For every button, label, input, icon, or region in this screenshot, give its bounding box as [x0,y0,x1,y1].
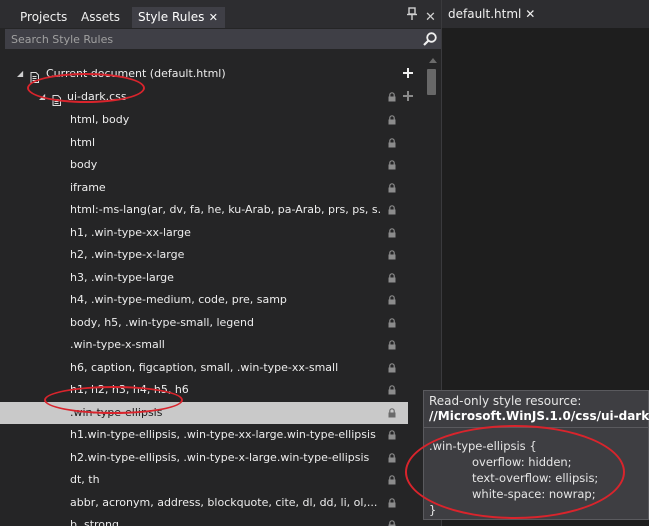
lock-icon [388,317,396,328]
style-rule-selector: html, body [70,113,130,126]
close-tab-icon[interactable]: ✕ [525,7,535,21]
style-rule-selector: .win-type-ellipsis [70,405,163,419]
tab-default-html-label: default.html [448,7,522,21]
lock-icon [388,340,396,350]
style-rules-panel: Projects Assets Style Rules ✕ ✕ ◢ Curren… [0,0,441,526]
style-rule-selector: h1, .win-type-xx-large [70,225,191,239]
style-rule-selector: body, h5, .win-type-small, legend [70,315,255,329]
style-rule-selector: b, strong [70,518,119,526]
lock-icon [388,205,396,215]
style-rule-row[interactable]: h1.win-type-ellipsis, .win-type-xx-large… [0,424,408,446]
lock-icon [388,227,396,238]
style-rule-row[interactable]: h2, .win-type-x-large [0,244,408,266]
lock-icon [388,295,396,305]
tooltip-resource-path: //Microsoft.WinJS.1.0/css/ui-dark.css [429,409,649,423]
lock-icon [388,182,396,193]
tooltip-declaration: overflow: hidden; [472,455,572,469]
scrollbar-thumb[interactable] [427,69,436,95]
editor-tab-bar: default.html ✕ [442,0,649,28]
expand-triangle-icon[interactable]: ◢ [17,63,23,85]
tab-projects[interactable]: Projects [16,7,71,28]
style-rule-row[interactable]: h6, caption, figcaption, small, .win-typ… [0,357,408,379]
lock-icon [388,452,396,463]
style-rule-selector: iframe [70,180,106,194]
style-rule-row[interactable]: h1, h2, h3, h4, h5, h6 [0,379,408,401]
lock-icon [388,272,396,283]
tab-default-html[interactable]: default.html ✕ [448,7,535,28]
style-rule-selector: h3, .win-type-large [70,270,174,284]
lock-icon [388,160,396,170]
lock-icon [388,520,396,526]
tab-style-rules-label: Style Rules [138,10,205,24]
style-rule-selector: .win-type-x-small [70,338,165,351]
style-rule-row[interactable]: .win-type-x-small [0,334,408,356]
tree-node-stylesheet[interactable]: ◢ ui-dark.css [0,86,413,108]
style-rule-row[interactable]: dt, th [0,469,408,491]
style-rule-row[interactable]: html, body [0,109,408,131]
lock-icon [388,250,396,260]
add-rule-icon[interactable] [403,91,413,101]
style-rule-row[interactable]: html:-ms-lang(ar, dv, fa, he, ku-Arab, p… [0,199,408,221]
style-rule-selector: abbr, acronym, address, blockquote, cite… [70,495,378,509]
tooltip-divider [424,427,649,428]
style-rules-tree: ◢ Current document (default.html) ◢ ui-d… [0,52,413,526]
lock-icon [388,407,396,418]
style-rule-row[interactable]: html [0,132,408,154]
search-input[interactable] [5,29,415,49]
lock-icon [388,115,396,125]
close-tab-icon[interactable]: ✕ [209,7,218,28]
style-rule-row[interactable]: b, strong [0,514,408,526]
add-rule-icon[interactable] [403,68,413,78]
style-rule-selector: html [70,135,96,149]
tree-node-label: ui-dark.css [67,90,127,103]
tab-style-rules[interactable]: Style Rules ✕ [132,7,225,28]
style-rule-row[interactable]: h4, .win-type-medium, code, pre, samp [0,289,408,311]
style-rule-selector: h1.win-type-ellipsis, .win-type-xx-large… [70,428,376,441]
style-resource-tooltip: Read-only style resource: //Microsoft.Wi… [423,390,649,520]
lock-icon [388,385,396,395]
tree-node-current-document[interactable]: ◢ Current document (default.html) [0,63,413,85]
lock-icon [388,497,396,508]
style-rule-selector: h4, .win-type-medium, code, pre, samp [70,293,287,306]
lock-icon [388,137,396,148]
style-rule-row[interactable]: body [0,154,408,176]
lock-icon [388,362,396,373]
style-rule-row[interactable]: h1, .win-type-xx-large [0,222,408,244]
tooltip-declaration: white-space: nowrap; [472,487,596,501]
style-rule-row[interactable]: h2.win-type-ellipsis, .win-type-x-large.… [0,447,408,469]
style-rule-selector: h6, caption, figcaption, small, .win-typ… [70,360,339,374]
style-rule-selector: h2, .win-type-x-large [70,248,185,261]
close-panel-icon[interactable]: ✕ [425,7,436,28]
style-rule-selector: dt, th [70,473,100,486]
tooltip-declaration: text-overflow: ellipsis; [472,471,599,485]
lock-icon [388,92,396,102]
style-rule-row[interactable]: abbr, acronym, address, blockquote, cite… [0,492,408,514]
style-rule-selector: html:-ms-lang(ar, dv, fa, he, ku-Arab, p… [70,203,380,216]
search-box [5,29,441,49]
expand-triangle-icon[interactable]: ◢ [39,86,45,108]
tab-assets[interactable]: Assets [77,7,124,28]
style-rule-selector: h2.win-type-ellipsis, .win-type-x-large.… [70,450,370,464]
lock-icon [388,430,396,440]
scroll-up-arrow-icon[interactable] [429,58,437,63]
tooltip-selector: .win-type-ellipsis { [429,439,537,453]
style-rule-row[interactable]: iframe [0,177,408,199]
style-rule-row-selected[interactable]: .win-type-ellipsis [0,401,408,424]
style-rule-selector: body [70,158,98,171]
pin-icon[interactable] [407,7,417,28]
panel-tab-bar: Projects Assets Style Rules ✕ ✕ [0,0,441,28]
style-rule-row[interactable]: body, h5, .win-type-small, legend [0,312,408,334]
style-rule-row[interactable]: h3, .win-type-large [0,267,408,289]
tooltip-title: Read-only style resource: [429,394,582,408]
tree-node-label: Current document (default.html) [46,67,226,80]
style-rule-selector: h1, h2, h3, h4, h5, h6 [70,383,189,396]
search-icon[interactable] [422,31,438,47]
lock-icon [388,475,396,485]
tooltip-closing-brace: } [429,503,437,517]
